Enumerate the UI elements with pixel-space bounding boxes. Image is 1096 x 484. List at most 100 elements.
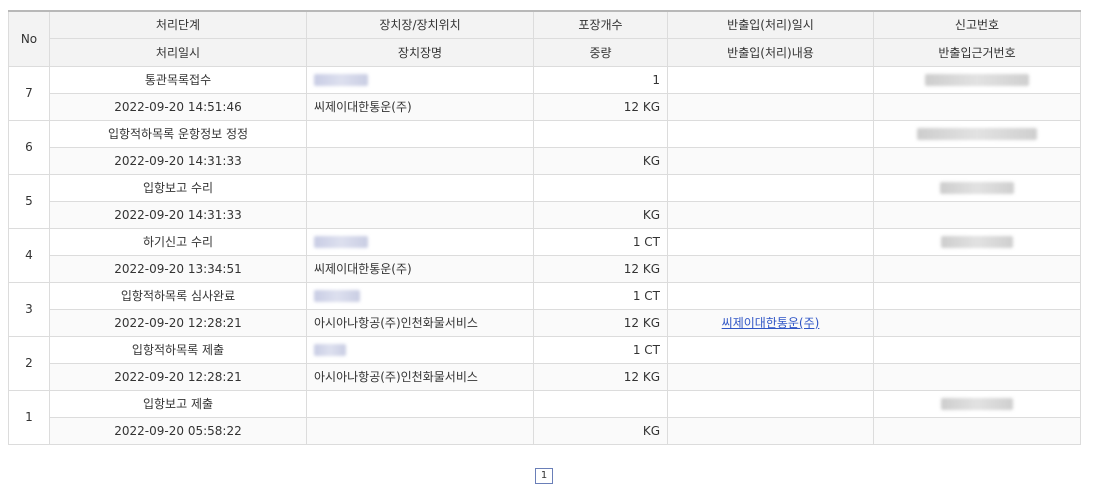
table-row: 2022-09-20 14:31:33 KG	[9, 200, 1081, 229]
process-datetime: 2022-09-20 12:28:21	[49, 308, 307, 337]
io-content	[667, 416, 874, 445]
basis-number	[873, 146, 1081, 175]
row-number: 4	[8, 227, 50, 283]
process-stage: 입항적하목록 제출	[49, 335, 307, 364]
report-number-cell	[873, 281, 1081, 310]
weight: 12 KG	[533, 92, 668, 121]
table-row: 3 입항적하목록 심사완료 1 CT	[8, 281, 1081, 337]
process-datetime: 2022-09-20 12:28:21	[49, 362, 307, 391]
io-content	[667, 146, 874, 175]
header-warehouse: 장치장명	[306, 37, 534, 67]
header-weight: 중량	[533, 37, 668, 67]
row-number: 1	[8, 389, 50, 445]
io-content	[667, 92, 874, 121]
cargo-progress-table: No 처리단계 장치장/장치위치 포장개수 반출입(처리)일시 신고번호 처리일…	[8, 10, 1081, 445]
process-stage: 입항적하목록 심사완료	[49, 281, 307, 310]
location-cell	[306, 335, 534, 364]
io-content	[667, 200, 874, 229]
warehouse-name: 아시아나항공(주)인천화물서비스	[306, 308, 534, 337]
report-number-cell	[873, 227, 1081, 256]
table-row: 4 하기신고 수리 1 CT	[8, 227, 1081, 283]
report-number-cell	[873, 65, 1081, 94]
table-row: 2022-09-20 14:31:33 KG	[9, 146, 1081, 175]
location-cell	[306, 119, 534, 148]
package-count	[533, 173, 668, 202]
package-count	[533, 119, 668, 148]
location-cell	[306, 65, 534, 94]
process-stage: 입항적하목록 운항정보 정정	[49, 119, 307, 148]
process-datetime: 2022-09-20 13:34:51	[49, 254, 307, 283]
process-stage: 하기신고 수리	[49, 227, 307, 256]
warehouse-name: 아시아나항공(주)인천화물서비스	[306, 362, 534, 391]
package-count: 1 CT	[533, 227, 668, 256]
location-cell	[306, 389, 534, 418]
weight: KG	[533, 200, 668, 229]
io-datetime	[667, 335, 874, 364]
header-datetime: 처리일시	[49, 37, 307, 67]
io-datetime	[667, 389, 874, 418]
table-row: 2022-09-20 05:58:22 KG	[9, 416, 1081, 445]
io-content	[667, 362, 874, 391]
header-basis-no: 반출입근거번호	[873, 37, 1081, 67]
redacted-location	[314, 290, 360, 302]
package-count: 1 CT	[533, 281, 668, 310]
process-stage: 통관목록접수	[49, 65, 307, 94]
row-number: 5	[8, 173, 50, 229]
row-number: 3	[8, 281, 50, 337]
package-count: 1 CT	[533, 335, 668, 364]
table-body: 7 통관목록접수 1 2022-09-20 14:51:46 씨제이대한통운(주) 12 …	[8, 65, 1081, 445]
io-datetime	[667, 281, 874, 310]
warehouse-name: 씨제이대한통운(주)	[306, 254, 534, 283]
io-datetime	[667, 65, 874, 94]
process-stage: 입항보고 제출	[49, 389, 307, 418]
weight: 12 KG	[533, 362, 668, 391]
process-datetime: 2022-09-20 14:31:33	[49, 200, 307, 229]
table-row: 2022-09-20 13:34:51 씨제이대한통운(주) 12 KG	[9, 254, 1081, 283]
row-number: 6	[8, 119, 50, 175]
table-row: 1 입항보고 제출	[8, 389, 1081, 445]
weight: 12 KG	[533, 254, 668, 283]
redacted-report-number	[941, 236, 1013, 248]
process-datetime: 2022-09-20 14:31:33	[49, 146, 307, 175]
table-row: 5 입항보고 수리	[8, 173, 1081, 229]
io-content-link[interactable]: 씨제이대한통운(주)	[722, 316, 820, 330]
redacted-location	[314, 344, 346, 356]
header-packages: 포장개수	[533, 10, 668, 39]
process-datetime: 2022-09-20 14:51:46	[49, 92, 307, 121]
table-header: No 처리단계 장치장/장치위치 포장개수 반출입(처리)일시 신고번호 처리일…	[8, 10, 1081, 67]
basis-number	[873, 92, 1081, 121]
weight: 12 KG	[533, 308, 668, 337]
io-datetime	[667, 119, 874, 148]
table-row: 2022-09-20 12:28:21 아시아나항공(주)인천화물서비스 12 KG	[9, 362, 1081, 391]
table-row: 7 통관목록접수 1	[8, 65, 1081, 121]
pagination-page-1[interactable]: 1	[535, 468, 553, 484]
redacted-report-number	[917, 128, 1037, 140]
report-number-cell	[873, 389, 1081, 418]
row-number: 7	[8, 65, 50, 121]
redacted-report-number	[941, 398, 1013, 410]
redacted-report-number	[940, 182, 1014, 194]
basis-number	[873, 308, 1081, 337]
warehouse-name: 씨제이대한통운(주)	[306, 92, 534, 121]
process-stage: 입항보고 수리	[49, 173, 307, 202]
header-location: 장치장/장치위치	[306, 10, 534, 39]
header-stage: 처리단계	[49, 10, 307, 39]
io-content	[667, 254, 874, 283]
warehouse-name	[306, 416, 534, 445]
location-cell	[306, 173, 534, 202]
basis-number	[873, 362, 1081, 391]
redacted-report-number	[925, 74, 1029, 86]
process-datetime: 2022-09-20 05:58:22	[49, 416, 307, 445]
report-number-cell	[873, 119, 1081, 148]
warehouse-name	[306, 200, 534, 229]
location-cell	[306, 227, 534, 256]
weight: KG	[533, 146, 668, 175]
package-count	[533, 389, 668, 418]
io-content: 씨제이대한통운(주)	[667, 308, 874, 337]
table-row: 2022-09-20 12:28:21 아시아나항공(주)인천화물서비스 12 KG…	[9, 308, 1081, 337]
report-number-cell	[873, 335, 1081, 364]
warehouse-name	[306, 146, 534, 175]
redacted-location	[314, 236, 368, 248]
basis-number	[873, 254, 1081, 283]
report-number-cell	[873, 173, 1081, 202]
